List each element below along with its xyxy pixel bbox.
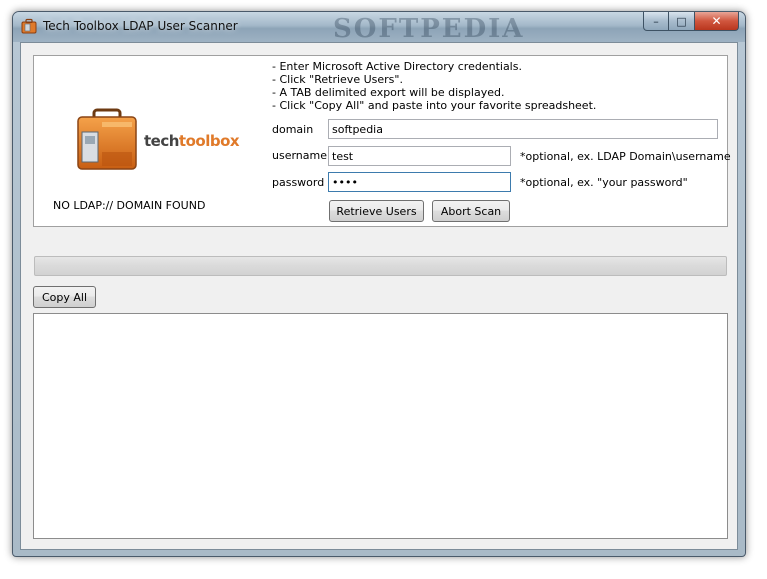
maximize-button[interactable]: □ xyxy=(669,12,695,31)
password-input[interactable] xyxy=(328,172,511,192)
domain-label: domain xyxy=(272,123,314,136)
username-label: username xyxy=(272,149,327,162)
app-window: Tech Toolbox LDAP User Scanner SOFTPEDIA… xyxy=(12,11,746,557)
username-input[interactable] xyxy=(328,146,511,166)
password-hint: *optional, ex. "your password" xyxy=(520,176,688,189)
instructions: - Enter Microsoft Active Directory crede… xyxy=(272,60,596,112)
copy-all-button[interactable]: Copy All xyxy=(33,286,96,308)
minimize-icon: – xyxy=(653,14,659,28)
credentials-panel: techtoolbox NO LDAP:// DOMAIN FOUND - En… xyxy=(33,55,731,227)
title-bar[interactable]: Tech Toolbox LDAP User Scanner SOFTPEDIA… xyxy=(13,12,745,44)
instruction-line: - Enter Microsoft Active Directory crede… xyxy=(272,60,522,73)
window-controls: – □ ✕ xyxy=(643,12,739,32)
close-icon: ✕ xyxy=(711,14,722,28)
domain-input[interactable] xyxy=(328,119,718,139)
logo-wordmark: techtoolbox xyxy=(144,132,240,150)
domain-status-label: NO LDAP:// DOMAIN FOUND xyxy=(53,199,206,212)
scan-progress-bar xyxy=(34,256,727,276)
logo-word-tech: tech xyxy=(144,132,179,150)
password-label: password xyxy=(272,176,325,189)
window-title: Tech Toolbox LDAP User Scanner xyxy=(43,19,238,33)
softpedia-watermark: SOFTPEDIA xyxy=(333,14,525,44)
instruction-line: - A TAB delimited export will be display… xyxy=(272,86,505,99)
results-output[interactable] xyxy=(33,313,728,539)
abort-scan-button[interactable]: Abort Scan xyxy=(432,200,510,222)
logo-word-toolbox: toolbox xyxy=(178,132,240,150)
close-button[interactable]: ✕ xyxy=(695,12,739,31)
username-hint: *optional, ex. LDAP Domain\username xyxy=(520,150,731,163)
maximize-icon: □ xyxy=(676,14,687,28)
instruction-line: - Click "Copy All" and paste into your f… xyxy=(272,99,597,112)
minimize-button[interactable]: – xyxy=(643,12,669,31)
instruction-line: - Click "Retrieve Users". xyxy=(272,73,403,86)
retrieve-users-button[interactable]: Retrieve Users xyxy=(329,200,424,222)
client-area: techtoolbox NO LDAP:// DOMAIN FOUND - En… xyxy=(20,42,738,550)
toolbox-icon xyxy=(21,18,37,34)
